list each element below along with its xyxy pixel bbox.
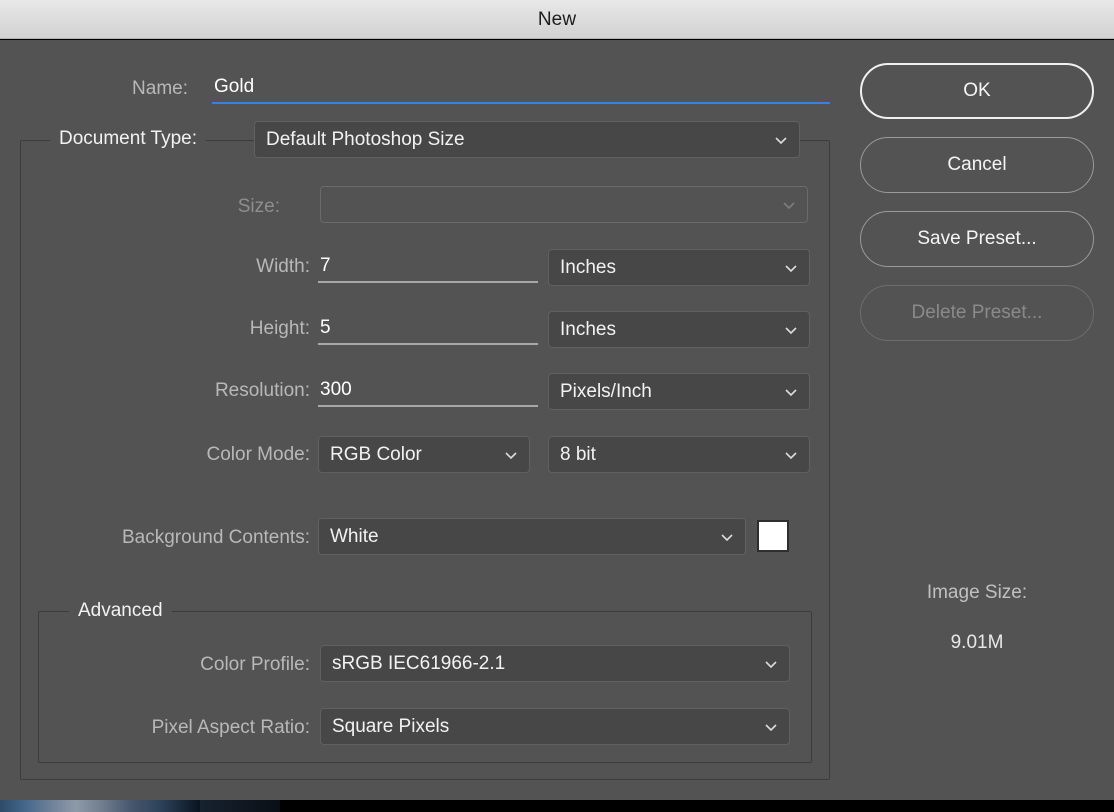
document-type-label: Document Type: — [50, 128, 206, 150]
chevron-down-icon — [504, 448, 518, 462]
background-contents-label: Background Contents: — [50, 527, 310, 549]
pixel-aspect-ratio-value: Square Pixels — [332, 716, 449, 738]
photoshop-new-document-dialog: New Name: Document Type: Default Photosh… — [0, 0, 1114, 812]
color-profile-value: sRGB IEC61966-2.1 — [332, 653, 505, 675]
height-label: Height: — [140, 318, 310, 340]
size-label: Size: — [100, 196, 280, 218]
document-type-dropdown[interactable]: Default Photoshop Size — [254, 121, 800, 158]
background-color-swatch[interactable] — [757, 520, 789, 552]
chevron-down-icon — [784, 448, 798, 462]
ok-button[interactable]: OK — [860, 63, 1094, 119]
advanced-group-legend: Advanced — [69, 600, 172, 622]
height-unit-value: Inches — [560, 319, 616, 341]
chevron-down-icon — [764, 720, 778, 734]
name-label: Name: — [28, 78, 188, 100]
size-dropdown[interactable] — [320, 186, 808, 223]
image-size-label: Image Size: — [860, 582, 1094, 604]
desktop-wallpaper-fragment — [0, 800, 200, 812]
width-label: Width: — [140, 256, 310, 278]
color-profile-label: Color Profile: — [90, 654, 310, 676]
resolution-label: Resolution: — [120, 380, 310, 402]
color-depth-value: 8 bit — [560, 444, 596, 466]
height-input[interactable] — [318, 315, 538, 345]
pixel-aspect-ratio-dropdown[interactable]: Square Pixels — [320, 708, 790, 745]
cancel-button[interactable]: Cancel — [860, 137, 1094, 193]
name-input[interactable] — [212, 74, 830, 104]
document-type-value: Default Photoshop Size — [266, 129, 465, 151]
height-unit-dropdown[interactable]: Inches — [548, 311, 810, 348]
dialog-body: Name: Document Type: Default Photoshop S… — [0, 40, 1114, 800]
resolution-unit-dropdown[interactable]: Pixels/Inch — [548, 373, 810, 410]
image-size-value: 9.01M — [860, 632, 1094, 654]
desktop-wallpaper-fragment-dark — [200, 800, 280, 812]
background-contents-value: White — [330, 526, 379, 548]
chevron-down-icon — [774, 133, 788, 147]
save-preset-button[interactable]: Save Preset... — [860, 211, 1094, 267]
width-input[interactable] — [318, 253, 538, 283]
pixel-aspect-ratio-label: Pixel Aspect Ratio: — [60, 717, 310, 739]
dialog-titlebar: New — [0, 0, 1114, 39]
chevron-down-icon — [784, 323, 798, 337]
color-mode-value: RGB Color — [330, 444, 422, 466]
desktop-background-strip — [0, 800, 1114, 812]
color-depth-dropdown[interactable]: 8 bit — [548, 436, 810, 473]
color-mode-dropdown[interactable]: RGB Color — [318, 436, 530, 473]
dialog-title: New — [0, 9, 1114, 31]
color-mode-label: Color Mode: — [120, 444, 310, 466]
color-profile-dropdown[interactable]: sRGB IEC61966-2.1 — [320, 645, 790, 682]
chevron-down-icon — [764, 657, 778, 671]
chevron-down-icon — [784, 385, 798, 399]
resolution-input[interactable] — [318, 377, 538, 407]
background-contents-dropdown[interactable]: White — [318, 518, 746, 555]
width-unit-value: Inches — [560, 257, 616, 279]
delete-preset-button[interactable]: Delete Preset... — [860, 285, 1094, 341]
chevron-down-icon — [784, 261, 798, 275]
chevron-down-icon — [720, 530, 734, 544]
resolution-unit-value: Pixels/Inch — [560, 381, 652, 403]
chevron-down-icon — [782, 198, 796, 212]
width-unit-dropdown[interactable]: Inches — [548, 249, 810, 286]
